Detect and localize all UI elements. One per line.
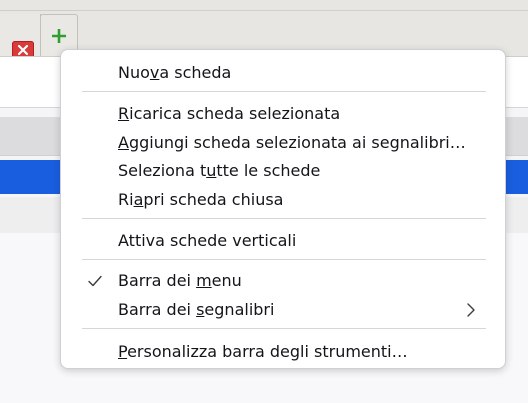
menu-item-label: Seleziona tutte le schede [118,161,321,180]
menu-item-label: Nuova scheda [118,63,232,82]
menu-item-enable-vertical-tabs[interactable]: Attiva schede verticali [61,227,505,255]
browser-window: Nuova scheda Ricarica scheda selezionata… [0,0,528,403]
menu-item-label: Attiva schede verticali [118,231,297,250]
menu-item-label: Barra dei menu [118,271,242,290]
menu-item-new-tab[interactable]: Nuova scheda [61,59,505,87]
tab-strip-border [0,10,528,11]
checkmark-icon [88,275,102,287]
menu-item-customize-toolbar[interactable]: Personalizza barra degli strumenti… [61,338,505,366]
menu-item-label: Ricarica scheda selezionata [118,104,341,123]
tab-context-menu: Nuova scheda Ricarica scheda selezionata… [60,49,506,369]
menu-item-label: Aggiungi scheda selezionata ai segnalibr… [118,133,466,152]
menu-item-bookmark-selected-tab[interactable]: Aggiungi scheda selezionata ai segnalibr… [61,129,505,157]
chevron-right-icon [467,303,475,317]
menu-item-reopen-closed-tab[interactable]: Riapri scheda chiusa [61,186,505,214]
menu-item-label: Personalizza barra degli strumenti… [118,342,408,361]
tab-strip [0,0,528,59]
menu-separator [82,91,486,92]
tab[interactable] [0,14,41,59]
menu-item-reload-selected-tab[interactable]: Ricarica scheda selezionata [61,100,505,128]
menu-item-label: Riapri scheda chiusa [118,190,284,209]
menu-item-label: Barra dei segnalibri [118,300,275,319]
menu-item-menu-bar[interactable]: Barra dei menu [61,267,505,295]
plus-icon [52,29,66,43]
menu-separator [82,218,486,219]
menu-item-select-all-tabs[interactable]: Seleziona tutte le schede [61,157,505,185]
menu-separator [82,259,486,260]
menu-item-bookmarks-toolbar[interactable]: Barra dei segnalibri [61,296,505,324]
menu-separator [82,328,486,329]
